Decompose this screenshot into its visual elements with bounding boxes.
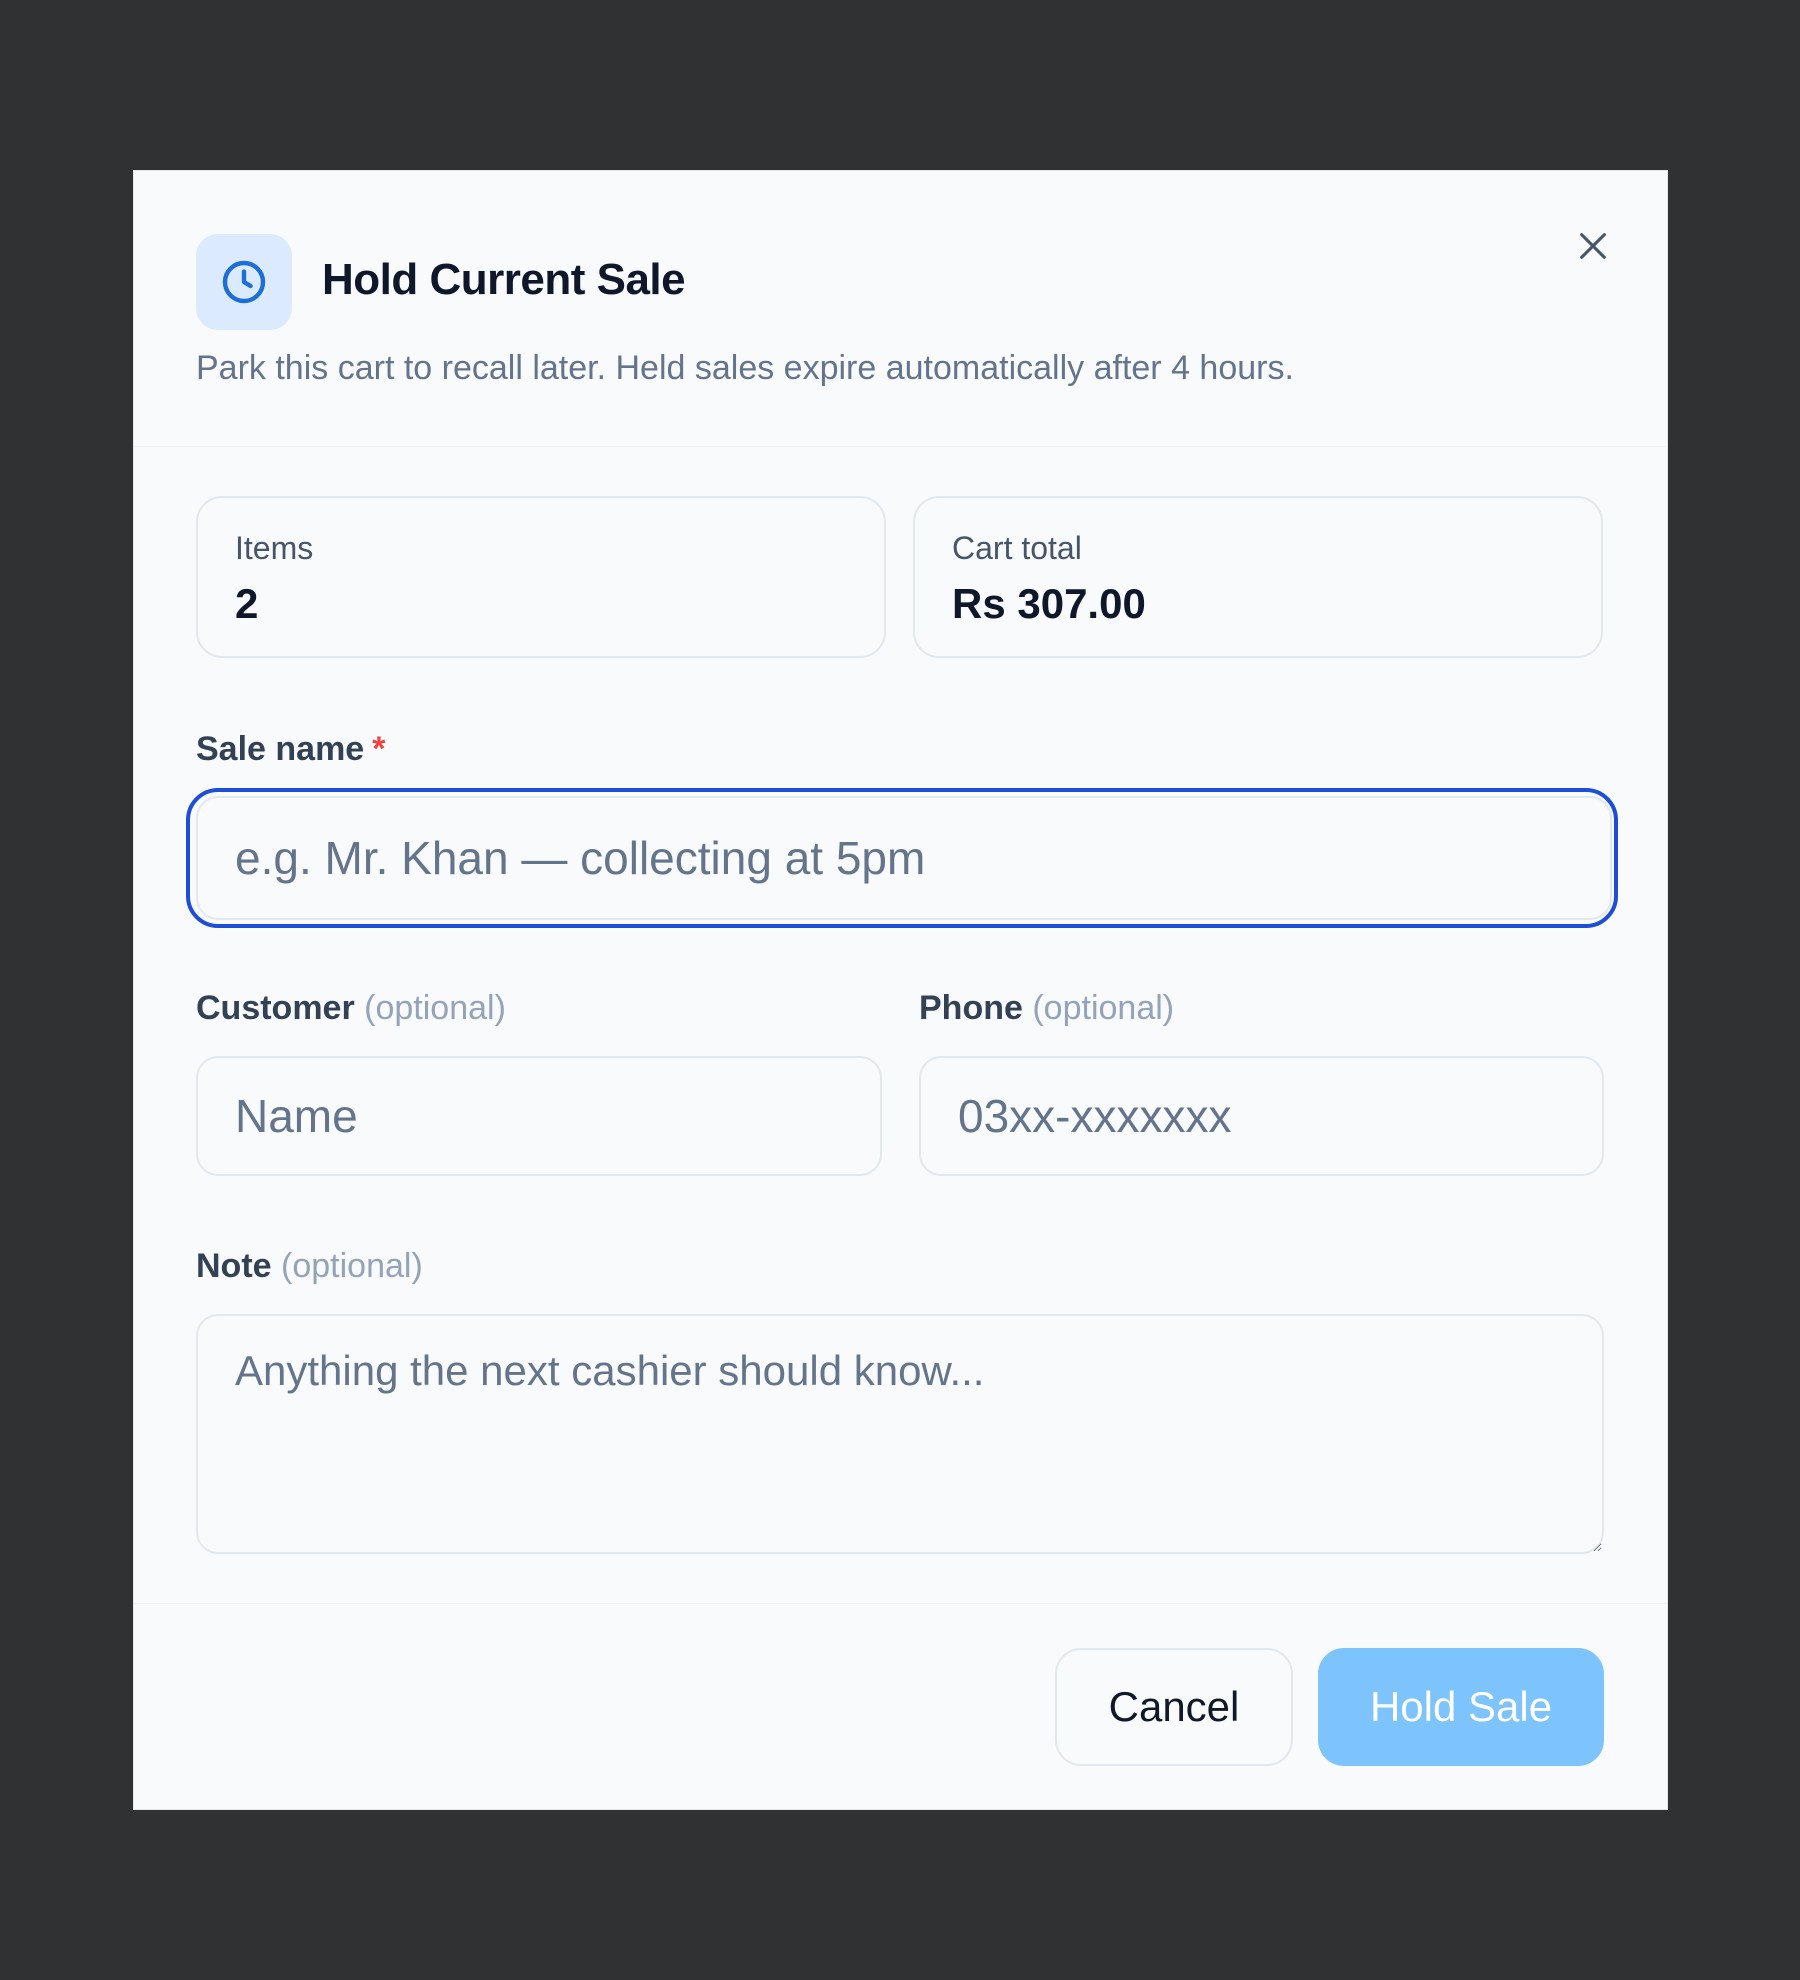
- dialog-title: Hold Current Sale: [322, 255, 686, 304]
- phone-input[interactable]: [919, 1056, 1604, 1176]
- phone-label-text: Phone: [919, 989, 1023, 1027]
- customer-name-input[interactable]: [196, 1056, 882, 1176]
- phone-label: Phone (optional): [919, 989, 1174, 1028]
- dialog-subtitle: Park this cart to recall later. Held sal…: [196, 349, 1294, 387]
- close-button[interactable]: [1566, 219, 1620, 273]
- footer-divider: [134, 1603, 1667, 1604]
- cart-total-card: Cart total Rs 307.00: [913, 496, 1603, 658]
- clock-icon: [222, 260, 266, 304]
- dialog-header: Hold Current Sale Park this cart to reca…: [134, 171, 1667, 447]
- phone-optional-hint: (optional): [1032, 989, 1175, 1027]
- note-textarea[interactable]: [196, 1314, 1604, 1554]
- cancel-button[interactable]: Cancel: [1055, 1648, 1293, 1766]
- items-label: Items: [235, 530, 314, 566]
- sale-name-label-text: Sale name: [196, 730, 365, 768]
- customer-optional-hint: (optional): [364, 989, 506, 1027]
- hold-sale-dialog: Hold Current Sale Park this cart to reca…: [133, 170, 1668, 1810]
- hold-sale-button[interactable]: Hold Sale: [1318, 1648, 1604, 1766]
- items-count: 2: [235, 580, 259, 627]
- customer-label: Customer (optional): [196, 989, 506, 1028]
- note-optional-hint: (optional): [281, 1247, 423, 1285]
- note-label-text: Note: [196, 1247, 272, 1285]
- close-icon[interactable]: [1576, 229, 1610, 263]
- items-summary-card: Items 2: [196, 496, 886, 658]
- sale-name-label: Sale name *: [196, 730, 385, 769]
- note-label: Note (optional): [196, 1247, 423, 1286]
- cart-total-label: Cart total: [952, 530, 1082, 566]
- customer-label-text: Customer: [196, 989, 355, 1027]
- required-marker: *: [372, 730, 386, 768]
- cart-total-value: Rs 307.00: [952, 580, 1146, 627]
- sale-name-input[interactable]: [196, 796, 1612, 920]
- header-icon-container: [196, 234, 292, 330]
